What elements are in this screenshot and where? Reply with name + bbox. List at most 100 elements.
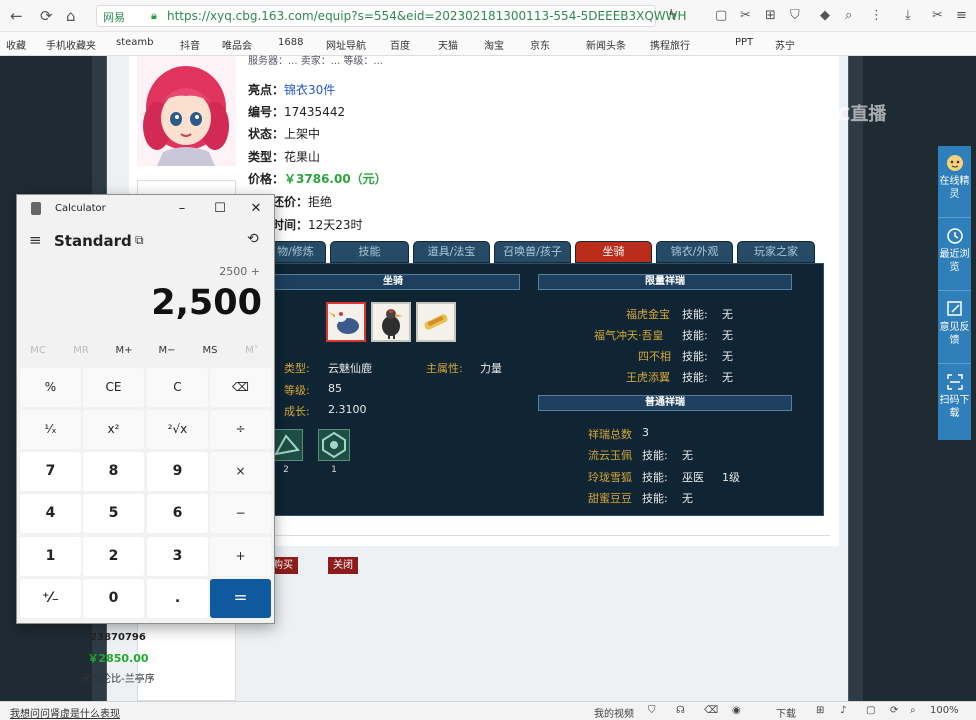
backspace-key[interactable]: ⌫ [210,368,271,407]
scissors-icon[interactable]: ✂ [740,8,751,23]
mount-skill-icon[interactable] [271,429,303,461]
memory-clear-button[interactable]: MC [17,345,59,356]
memory-recall-button[interactable]: MR [60,345,102,356]
menu-icon[interactable]: ≡ [956,8,967,23]
recent-browse-button[interactable]: 最近浏览 [938,219,971,291]
downloads-link[interactable]: 下载 [776,705,796,720]
clear-entry-key[interactable]: CE [83,368,144,407]
digit-5-key[interactable]: 5 [83,494,144,533]
grid-icon[interactable]: ⊞ [816,705,824,716]
tab-summons[interactable]: 召唤兽/孩子 [494,241,571,263]
shield-icon[interactable]: ⛉ [648,705,656,716]
bookmark-item[interactable]: 网址导航 [326,37,366,52]
bookmark-item[interactable]: 唯品会 [222,37,252,52]
mount-icon-crane[interactable] [326,302,366,342]
mount-icon-bird[interactable] [371,302,411,342]
memory-add-button[interactable]: M+ [103,345,145,356]
refresh-icon[interactable]: ⟳ [40,7,53,25]
home-icon[interactable]: ⌂ [66,7,76,25]
mount-skill-icon[interactable] [318,429,350,461]
clear-key[interactable]: C [147,368,208,407]
keep-on-top-icon[interactable]: ⧉ [135,233,144,248]
info-value: 12天23时 [308,218,363,232]
digit-9-key[interactable]: 9 [147,452,208,491]
bookmark-item[interactable]: 京东 [530,37,550,52]
eye-icon[interactable]: ◉ [732,705,741,716]
equals-key[interactable]: = [210,579,271,618]
divide-key[interactable]: ÷ [210,410,271,449]
tab-outfits[interactable]: 锦衣/外观 [656,241,733,263]
tab-skills[interactable]: 技能 [330,241,409,263]
speaker-icon[interactable]: ♪ [840,705,846,716]
hamburger-menu-icon[interactable]: ≡ [29,231,42,249]
zoom-level[interactable]: 100% [930,705,959,716]
my-videos-link[interactable]: 我的视频 [594,705,634,720]
screenshot-icon[interactable]: ▢ [715,8,727,23]
bookmark-item[interactable]: 苏宁 [775,37,795,52]
window-icon[interactable]: ▢ [866,705,875,716]
bookmark-item[interactable]: PPT [735,37,753,48]
trash-icon[interactable]: ⌫ [704,705,718,716]
calculator-titlebar[interactable]: Calculator – ☐ ✕ [17,195,274,223]
tab-player-home[interactable]: 玩家之家 [737,241,815,263]
bookmark-item[interactable]: steamb [116,37,154,48]
bookmark-item[interactable]: 淘宝 [484,37,504,52]
feedback-button[interactable]: 意见反馈 [938,292,971,364]
digit-8-key[interactable]: 8 [83,452,144,491]
download-icon[interactable]: ⤓ [905,8,911,23]
zoom-icon[interactable]: ⌕ [910,705,916,716]
url-text[interactable]: https://xyq.cbg.163.com/equip?s=554&eid=… [167,9,687,23]
decimal-key[interactable]: . [147,579,208,618]
bookmark-item[interactable]: 1688 [278,37,303,48]
info-type: 类型：花果山 [248,148,320,165]
close-button[interactable]: 关闭 [328,557,358,574]
bookmark-item[interactable]: 百度 [390,37,410,52]
negate-key[interactable]: ⁺⁄₋ [20,579,81,618]
address-bar[interactable]: 网易 🔒︎ https://xyq.cbg.163.com/equip?s=55… [96,5,687,27]
online-assistant-button[interactable]: 在线精灵 [938,146,971,218]
bookmark-item[interactable]: 手机收藏夹 [46,37,96,52]
headset-icon[interactable]: ☊ [676,705,685,716]
scan-download-button[interactable]: 扫码下载 [938,365,971,437]
digit-2-key[interactable]: 2 [83,537,144,576]
apps-icon[interactable]: ⋮ [870,8,883,23]
memory-subtract-button[interactable]: M− [146,345,188,356]
bookmark-item[interactable]: 天猫 [438,37,458,52]
digit-1-key[interactable]: 1 [20,537,81,576]
search-icon[interactable]: ⌕ [845,8,852,23]
subtract-key[interactable]: − [210,494,271,533]
tab-items-magic[interactable]: 道具/法宝 [413,241,490,263]
reciprocal-key[interactable]: ¹⁄ₓ [20,410,81,449]
multiply-key[interactable]: × [210,452,271,491]
percent-key[interactable]: % [20,368,81,407]
digit-0-key[interactable]: 0 [83,579,144,618]
maximize-button[interactable]: ☐ [205,199,235,219]
extension-icon[interactable]: ✂ [932,8,943,23]
digit-6-key[interactable]: 6 [147,494,208,533]
memory-list-button[interactable]: M˅ [231,345,273,356]
digit-4-key[interactable]: 4 [20,494,81,533]
add-key[interactable]: + [210,537,271,576]
bookmark-item[interactable]: 携程旅行 [650,37,690,52]
calculator-window[interactable]: Calculator – ☐ ✕ ≡ Standard ⧉ ⟲ 2500 + 2… [16,194,275,624]
memory-store-button[interactable]: MS [189,345,231,356]
status-news-link[interactable]: 我想问问肾虚是什么表现 [10,705,120,720]
mount-icon-item[interactable] [416,302,456,342]
digit-7-key[interactable]: 7 [20,452,81,491]
game-icon[interactable]: ◆ [820,8,830,23]
bookmark-item[interactable]: 新闻头条 [586,37,626,52]
shield-icon[interactable]: ⛉ [790,8,800,23]
bookmark-item[interactable]: 抖音 [180,37,200,52]
minimize-button[interactable]: – [167,199,197,219]
grid-icon[interactable]: ⊞ [765,8,776,23]
back-icon[interactable]: ← [10,7,23,25]
square-key[interactable]: x² [83,410,144,449]
window-close-button[interactable]: ✕ [241,199,271,219]
bookmark-item[interactable]: 收藏 [6,37,26,52]
lightning-icon[interactable]: ϟ [668,8,677,23]
sync-icon[interactable]: ⟳ [890,705,898,716]
history-icon[interactable]: ⟲ [247,231,259,247]
digit-3-key[interactable]: 3 [147,537,208,576]
square-root-key[interactable]: ²√x [147,410,208,449]
tab-mount[interactable]: 坐骑 [575,241,652,263]
